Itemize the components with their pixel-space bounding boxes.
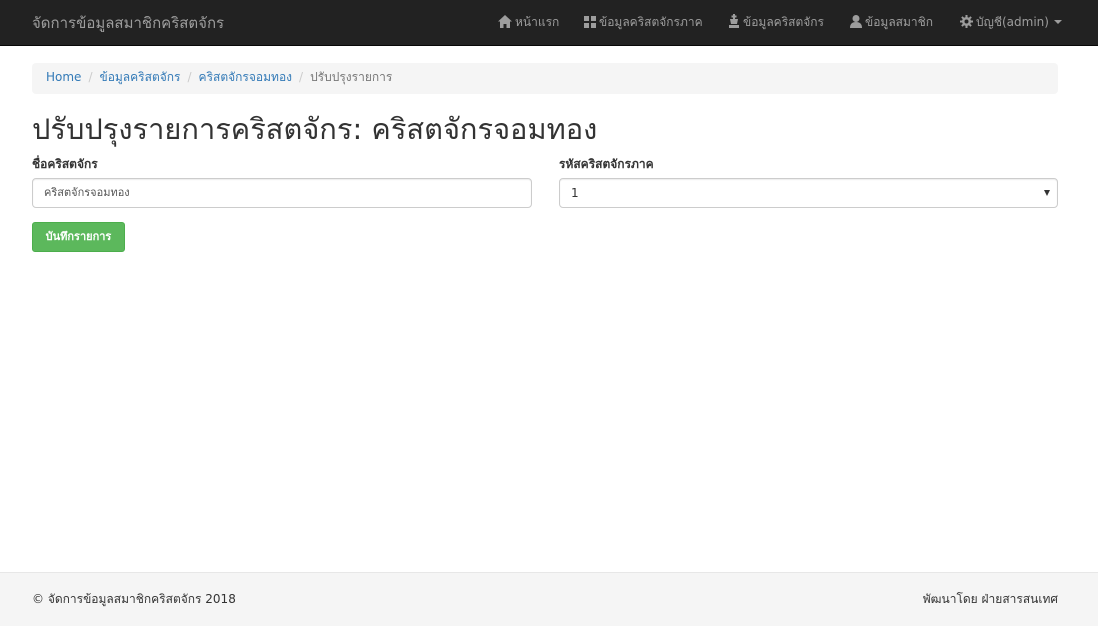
gear-icon bbox=[960, 15, 973, 28]
breadcrumb-separator: / bbox=[88, 70, 93, 84]
top-navbar: จัดการข้อมูลสมาชิกคริสตจักร หน้าแรก ข้อม… bbox=[0, 0, 1098, 46]
user-icon bbox=[850, 15, 862, 28]
breadcrumb-churches-link[interactable]: ข้อมูลคริสตจักร bbox=[99, 70, 180, 84]
region-code-label: รหัสคริสตจักรภาค bbox=[559, 157, 654, 171]
nav-item-members[interactable]: ข้อมูลสมาชิก bbox=[850, 0, 933, 46]
nav-churches-label: ข้อมูลคริสตจักร bbox=[743, 15, 825, 29]
breadcrumb-church-link[interactable]: คริสตจักรจอมทอง bbox=[199, 70, 292, 84]
nav-item-account[interactable]: บัญชี(admin) bbox=[960, 0, 1062, 46]
nav-regions-label: ข้อมูลคริสตจักรภาค bbox=[599, 15, 703, 29]
save-button[interactable]: บันทึกรายการ bbox=[32, 222, 125, 252]
nav-item-regions[interactable]: ข้อมูลคริสตจักรภาค bbox=[584, 0, 703, 46]
home-icon bbox=[498, 15, 512, 28]
footer-developer: พัฒนาโดย ฝ่ายสารสนเทศ bbox=[922, 592, 1058, 606]
breadcrumb-current: ปรับปรุงรายการ bbox=[310, 70, 393, 84]
nav-home-label: หน้าแรก bbox=[515, 15, 560, 29]
navbar-brand[interactable]: จัดการข้อมูลสมาชิกคริสตจักร bbox=[32, 0, 224, 46]
dropdown-arrow-icon bbox=[1044, 190, 1050, 196]
region-code-select[interactable]: 1 bbox=[559, 178, 1058, 208]
chevron-down-icon bbox=[1053, 20, 1062, 24]
footer: © จัดการข้อมูลสมาชิกคริสตจักร 2018 พัฒนา… bbox=[0, 572, 1098, 626]
church-name-input[interactable]: คริสตจักรจอมทอง bbox=[32, 178, 532, 208]
breadcrumb-home-link[interactable]: Home bbox=[46, 70, 81, 84]
th-large-icon bbox=[584, 16, 596, 28]
breadcrumb: Home / ข้อมูลคริสตจักร / คริสตจักรจอมทอง / ปรั… bbox=[32, 63, 1058, 94]
church-name-label: ชื่อคริสตจักร bbox=[32, 157, 98, 171]
breadcrumb-separator: / bbox=[299, 70, 304, 84]
breadcrumb-separator: / bbox=[187, 70, 192, 84]
footer-copyright: © จัดการข้อมูลสมาชิกคริสตจักร 2018 bbox=[32, 592, 236, 606]
nav-members-label: ข้อมูลสมาชิก bbox=[865, 15, 934, 29]
region-code-selected-value: 1 bbox=[571, 186, 579, 200]
nav-account-label: บัญชี(admin) bbox=[976, 15, 1049, 29]
nav-item-churches[interactable]: ข้อมูลคริสตจักร bbox=[728, 0, 824, 46]
nav-item-home[interactable]: หน้าแรก bbox=[498, 0, 559, 46]
chess-king-icon bbox=[729, 14, 739, 28]
page-title: ปรับปรุงรายการคริสตจักร: คริสตจักรจอมทอง bbox=[32, 112, 598, 146]
